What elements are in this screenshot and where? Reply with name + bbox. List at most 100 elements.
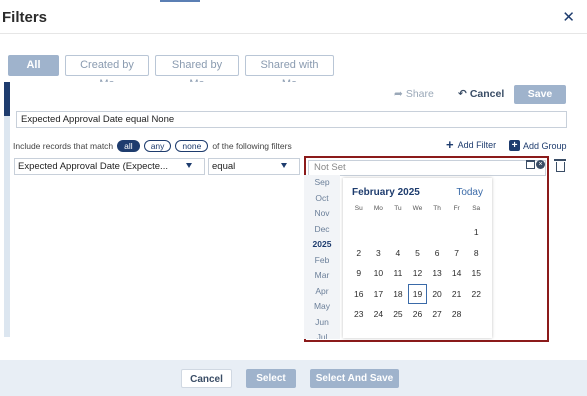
- weekday-label: Mo: [373, 205, 383, 212]
- calendar-day[interactable]: 11: [388, 263, 408, 284]
- field-select-value: Expected Approval Date (Expecte...: [18, 161, 168, 172]
- filter-expression: Expected Approval Date equal None: [16, 111, 567, 128]
- calendar-day[interactable]: 17: [369, 284, 389, 305]
- calendar-day[interactable]: 15: [466, 263, 486, 284]
- calendar-empty-cell: [427, 222, 447, 243]
- cancel-label: Cancel: [469, 88, 505, 100]
- match-any-pill[interactable]: any: [143, 140, 172, 152]
- calendar-icon[interactable]: [526, 160, 535, 169]
- weekday-label: Th: [433, 205, 441, 212]
- calendar-day[interactable]: 23: [349, 304, 369, 325]
- calendar-day[interactable]: 26: [408, 304, 428, 325]
- chevron-down-icon: [186, 163, 192, 168]
- tab-shared-by-me[interactable]: Shared by Me: [155, 55, 239, 90]
- close-icon[interactable]: ✕: [562, 8, 575, 26]
- share-label: Share: [405, 88, 434, 100]
- month-item[interactable]: Dec: [304, 222, 340, 238]
- trash-icon[interactable]: [554, 159, 566, 172]
- month-item[interactable]: May: [304, 299, 340, 315]
- share-button[interactable]: ➦ Share: [394, 88, 434, 100]
- calendar-day[interactable]: 20: [427, 284, 447, 305]
- undo-icon: ↶: [458, 88, 467, 100]
- clear-icon[interactable]: ×: [536, 160, 545, 169]
- calendar-day[interactable]: 24: [369, 304, 389, 325]
- cancel-button[interactable]: Cancel: [181, 369, 232, 388]
- tab-all[interactable]: All: [8, 55, 59, 76]
- calendar-empty-cell: [447, 222, 467, 243]
- calendar-day[interactable]: 1: [466, 222, 486, 243]
- month-item[interactable]: Sep: [304, 175, 340, 191]
- operator-select-value: equal: [212, 161, 236, 172]
- day-grid: 1 2 3 4 5 6 7 8 9 10 11 12 13 14 15 16 17 18 19 20 21 22 23 24 2…: [349, 222, 486, 325]
- calendar-day[interactable]: 4: [388, 243, 408, 264]
- calendar-empty-cell: [466, 304, 486, 325]
- year-item[interactable]: 2025: [304, 237, 340, 253]
- calendar-day[interactable]: 28: [447, 304, 467, 325]
- calendar-day[interactable]: 27: [427, 304, 447, 325]
- add-group-button[interactable]: + Add Group: [509, 140, 567, 151]
- calendar-day[interactable]: 25: [388, 304, 408, 325]
- calendar-day[interactable]: 19: [407, 283, 428, 304]
- calendar-day[interactable]: 9: [349, 263, 369, 284]
- add-filter-label: Add Filter: [457, 140, 497, 150]
- calendar-day[interactable]: 13: [427, 263, 447, 284]
- calendar-title: February 2025: [352, 187, 420, 198]
- calendar-empty-cell: [369, 222, 389, 243]
- month-item[interactable]: Jun: [304, 315, 340, 331]
- dialog-header: Filters ✕: [0, 0, 587, 34]
- weekday-label: Fr: [453, 205, 460, 212]
- calendar-day[interactable]: 8: [466, 243, 486, 264]
- save-button[interactable]: Save: [514, 85, 566, 104]
- calendar-day[interactable]: 21: [447, 284, 467, 305]
- tab-shared-with-me[interactable]: Shared with Me: [245, 55, 334, 90]
- weekday-label: We: [412, 205, 423, 212]
- today-button[interactable]: Today: [456, 187, 483, 198]
- month-item[interactable]: Mar: [304, 268, 340, 284]
- calendar-day[interactable]: 18: [388, 284, 408, 305]
- filter-tabs: All Created by Me Shared by Me Shared wi…: [8, 55, 334, 90]
- add-filter-button[interactable]: + Add Filter: [446, 137, 497, 152]
- month-list: Sep Oct Nov Dec 2025 Feb Mar Apr May Jun…: [304, 175, 340, 339]
- match-prefix: Include records that match: [13, 141, 114, 151]
- calendar-empty-cell: [388, 222, 408, 243]
- calendar-popup: February 2025 Today Su Mo Tu We Th Fr Sa 12345…: [343, 178, 492, 338]
- calendar-day[interactable]: 16: [349, 284, 369, 305]
- calendar-day[interactable]: 14: [447, 263, 467, 284]
- calendar-day[interactable]: 7: [447, 243, 467, 264]
- panel-accent-bar: [4, 82, 10, 116]
- plus-icon: +: [446, 137, 454, 152]
- add-group-label: Add Group: [523, 140, 567, 151]
- cancel-edit-button[interactable]: ↶ Cancel: [458, 88, 504, 100]
- month-item[interactable]: Feb: [304, 253, 340, 269]
- match-selector: Include records that match all any none …: [13, 140, 292, 152]
- calendar-empty-cell: [408, 222, 428, 243]
- add-group-icon: +: [509, 140, 520, 151]
- calendar-day[interactable]: 2: [349, 243, 369, 264]
- weekday-header: Su Mo Tu We Th Fr Sa: [349, 205, 486, 212]
- calendar-day[interactable]: 5: [408, 243, 428, 264]
- match-none-pill[interactable]: none: [175, 140, 209, 152]
- calendar-day[interactable]: 10: [369, 263, 389, 284]
- month-item[interactable]: Nov: [304, 206, 340, 222]
- month-item[interactable]: Apr: [304, 284, 340, 300]
- date-value-input[interactable]: Not Set: [308, 160, 546, 176]
- field-select[interactable]: Expected Approval Date (Expecte...: [14, 158, 205, 175]
- calendar-day[interactable]: 22: [466, 284, 486, 305]
- operator-select[interactable]: equal: [208, 158, 300, 175]
- weekday-label: Tu: [394, 205, 402, 212]
- dialog-title: Filters: [2, 9, 48, 26]
- weekday-label: Su: [354, 205, 363, 212]
- weekday-label: Sa: [472, 205, 481, 212]
- calendar-day[interactable]: 3: [369, 243, 389, 264]
- calendar-day[interactable]: 6: [427, 243, 447, 264]
- select-button[interactable]: Select: [246, 369, 296, 388]
- calendar-day[interactable]: 12: [408, 263, 428, 284]
- match-suffix: of the following filters: [212, 141, 292, 151]
- share-icon: ➦: [394, 88, 403, 100]
- select-and-save-button[interactable]: Select And Save: [310, 369, 399, 388]
- match-all-pill[interactable]: all: [117, 140, 140, 152]
- tab-created-by-me[interactable]: Created by Me: [65, 55, 149, 90]
- month-item[interactable]: Oct: [304, 191, 340, 207]
- month-item[interactable]: Jul: [304, 330, 340, 339]
- panel-side-bar: [4, 116, 10, 337]
